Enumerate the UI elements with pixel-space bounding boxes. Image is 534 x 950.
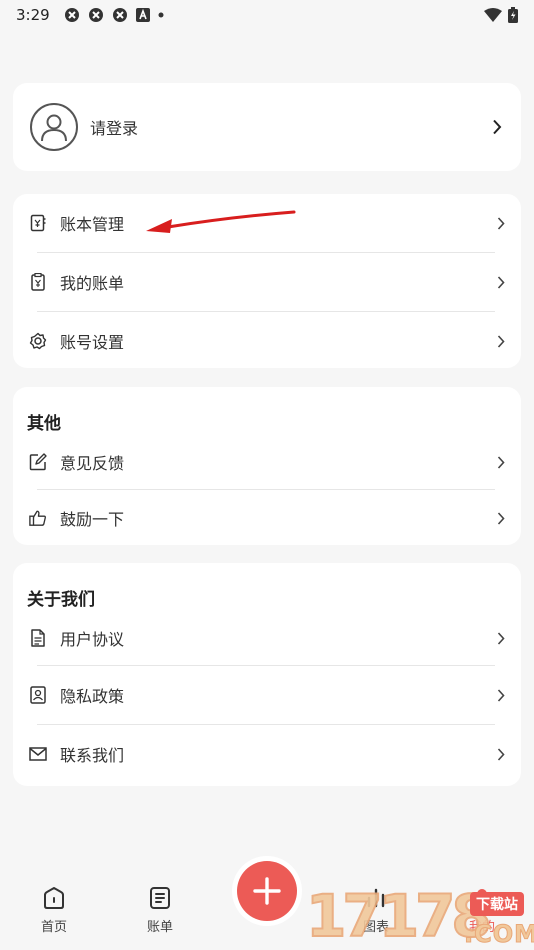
- ledger-icon: [30, 214, 46, 232]
- about-card: 关于我们 用户协议 隐私政策 联系我们: [13, 563, 521, 786]
- battery-icon: [508, 7, 518, 23]
- watermark-com: .COM: [463, 920, 534, 949]
- menu-item-encourage[interactable]: 鼓励一下: [13, 490, 521, 546]
- menu-item-contact-us[interactable]: 联系我们: [13, 725, 521, 783]
- nav-home[interactable]: 首页: [24, 886, 84, 935]
- edit-icon: [29, 453, 47, 471]
- document-icon: [31, 629, 45, 647]
- section-title: 其他: [27, 414, 61, 434]
- nav-bills[interactable]: 账单: [130, 886, 190, 935]
- home-icon: [44, 887, 64, 909]
- menu-item-account-settings[interactable]: 账号设置: [13, 312, 521, 370]
- menu-item-my-bills[interactable]: 我的账单: [13, 253, 521, 311]
- chevron-right-icon: [497, 511, 505, 525]
- menu-item-label: 用户协议: [60, 630, 125, 649]
- avatar: [30, 103, 78, 151]
- add-record-button[interactable]: [237, 861, 297, 921]
- chevron-right-icon: [493, 119, 502, 135]
- a-notification-icon: [135, 8, 150, 22]
- user-icon: [41, 114, 67, 142]
- nav-home-label: 首页: [40, 920, 67, 935]
- chevron-right-icon: [497, 216, 505, 230]
- bill-icon: [31, 273, 45, 291]
- annotation-arrow: [146, 210, 296, 233]
- menu-item-label: 账本管理: [60, 215, 125, 234]
- chevron-right-icon: [497, 688, 505, 702]
- nav-bills-label: 账单: [146, 920, 173, 935]
- status-bar: 3:29: [0, 0, 534, 30]
- menu-item-label: 意见反馈: [60, 454, 125, 473]
- gear-icon: [29, 332, 47, 350]
- watermark-digits: 17178: [305, 881, 493, 950]
- wifi-icon: [484, 8, 502, 22]
- privacy-icon: [30, 686, 46, 704]
- other-card: 其他 意见反馈 鼓励一下: [13, 387, 521, 545]
- chevron-right-icon: [497, 747, 505, 761]
- bill-list-icon: [150, 887, 170, 909]
- watermark-badge: 下载站: [470, 892, 524, 916]
- menu-item-label: 隐私政策: [60, 687, 125, 706]
- plus-icon: [253, 877, 281, 905]
- chevron-right-icon: [497, 334, 505, 348]
- app-notification-icon: [88, 8, 103, 22]
- app-notification-icon: [64, 8, 79, 22]
- menu-item-feedback[interactable]: 意见反馈: [13, 435, 521, 489]
- notification-icons: [64, 7, 164, 23]
- status-time: 3:29: [16, 6, 50, 24]
- menu-item-label: 联系我们: [60, 746, 125, 765]
- dot-icon: [158, 12, 164, 18]
- menu-item-label: 我的账单: [60, 274, 125, 293]
- chevron-right-icon: [497, 631, 505, 645]
- site-watermark: 17178 下载站 .COM: [305, 881, 534, 950]
- thumbs-up-icon: [29, 510, 46, 526]
- login-label: 请登录: [90, 119, 139, 138]
- chevron-right-icon: [497, 275, 505, 289]
- menu-item-label: 账号设置: [60, 333, 125, 352]
- chevron-right-icon: [497, 455, 505, 469]
- app-notification-icon: [112, 8, 127, 22]
- section-title: 关于我们: [27, 590, 95, 610]
- menu-item-user-agreement[interactable]: 用户协议: [13, 611, 521, 665]
- login-card[interactable]: 请登录: [13, 83, 521, 171]
- menu-item-label: 鼓励一下: [60, 510, 125, 529]
- menu-item-privacy-policy[interactable]: 隐私政策: [13, 666, 521, 724]
- mail-icon: [29, 747, 47, 761]
